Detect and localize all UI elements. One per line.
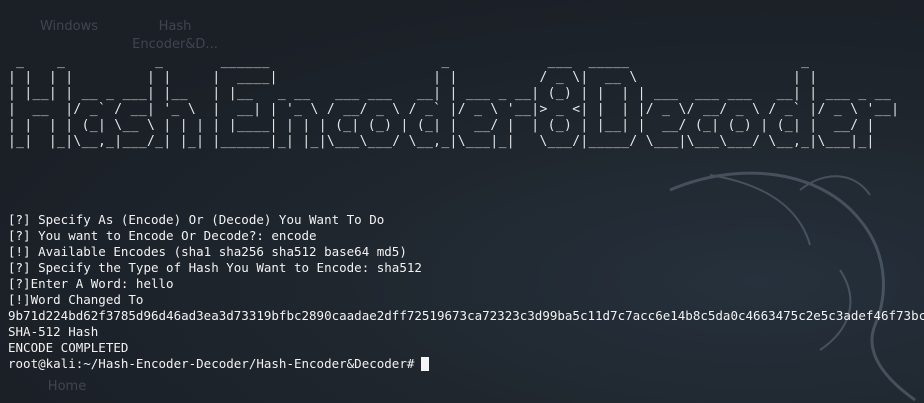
terminal-line: [?] You want to Encode Or Decode?: encod… [8,228,317,243]
ascii-banner: _ _ _ ______ _ ___ _____ _ | | | | | | |… [8,54,900,149]
text-cursor [421,357,430,371]
desktop-icon-label: Hash Encoder&D... [132,19,218,52]
desktop-icon-windows[interactable]: Windows [34,18,104,36]
terminal-line: [?] Specify the Type of Hash You Want to… [8,260,422,275]
desktop-icon-home[interactable]: Home [42,378,92,396]
hash-output: 9b71d224bd62f3785d96d46ad3ea3d73319bfbc2… [8,308,924,323]
terminal-line: ENCODE COMPLETED [8,340,129,355]
terminal-line: [?] Specify As (Encode) Or (Decode) You … [8,212,385,227]
terminal-line: [!] Available Encodes (sha1 sha256 sha51… [8,244,407,259]
terminal-line: [!]Word Changed To [8,292,144,307]
terminal-line: SHA-512 Hash [8,324,99,339]
desktop-icon-label: Windows [39,19,99,34]
desktop-icon-hash-folder[interactable]: Hash Encoder&D... [130,18,220,54]
desktop-icon-label: Home [47,379,87,394]
terminal-line: [?]Enter A Word: hello [8,276,174,291]
shell-prompt: root@kali:~/Hash-Encoder-Decoder/Hash-En… [8,356,415,371]
shell-prompt-line[interactable]: root@kali:~/Hash-Encoder-Decoder/Hash-En… [8,356,924,372]
terminal-output[interactable]: [?] Specify As (Encode) Or (Decode) You … [8,212,924,372]
